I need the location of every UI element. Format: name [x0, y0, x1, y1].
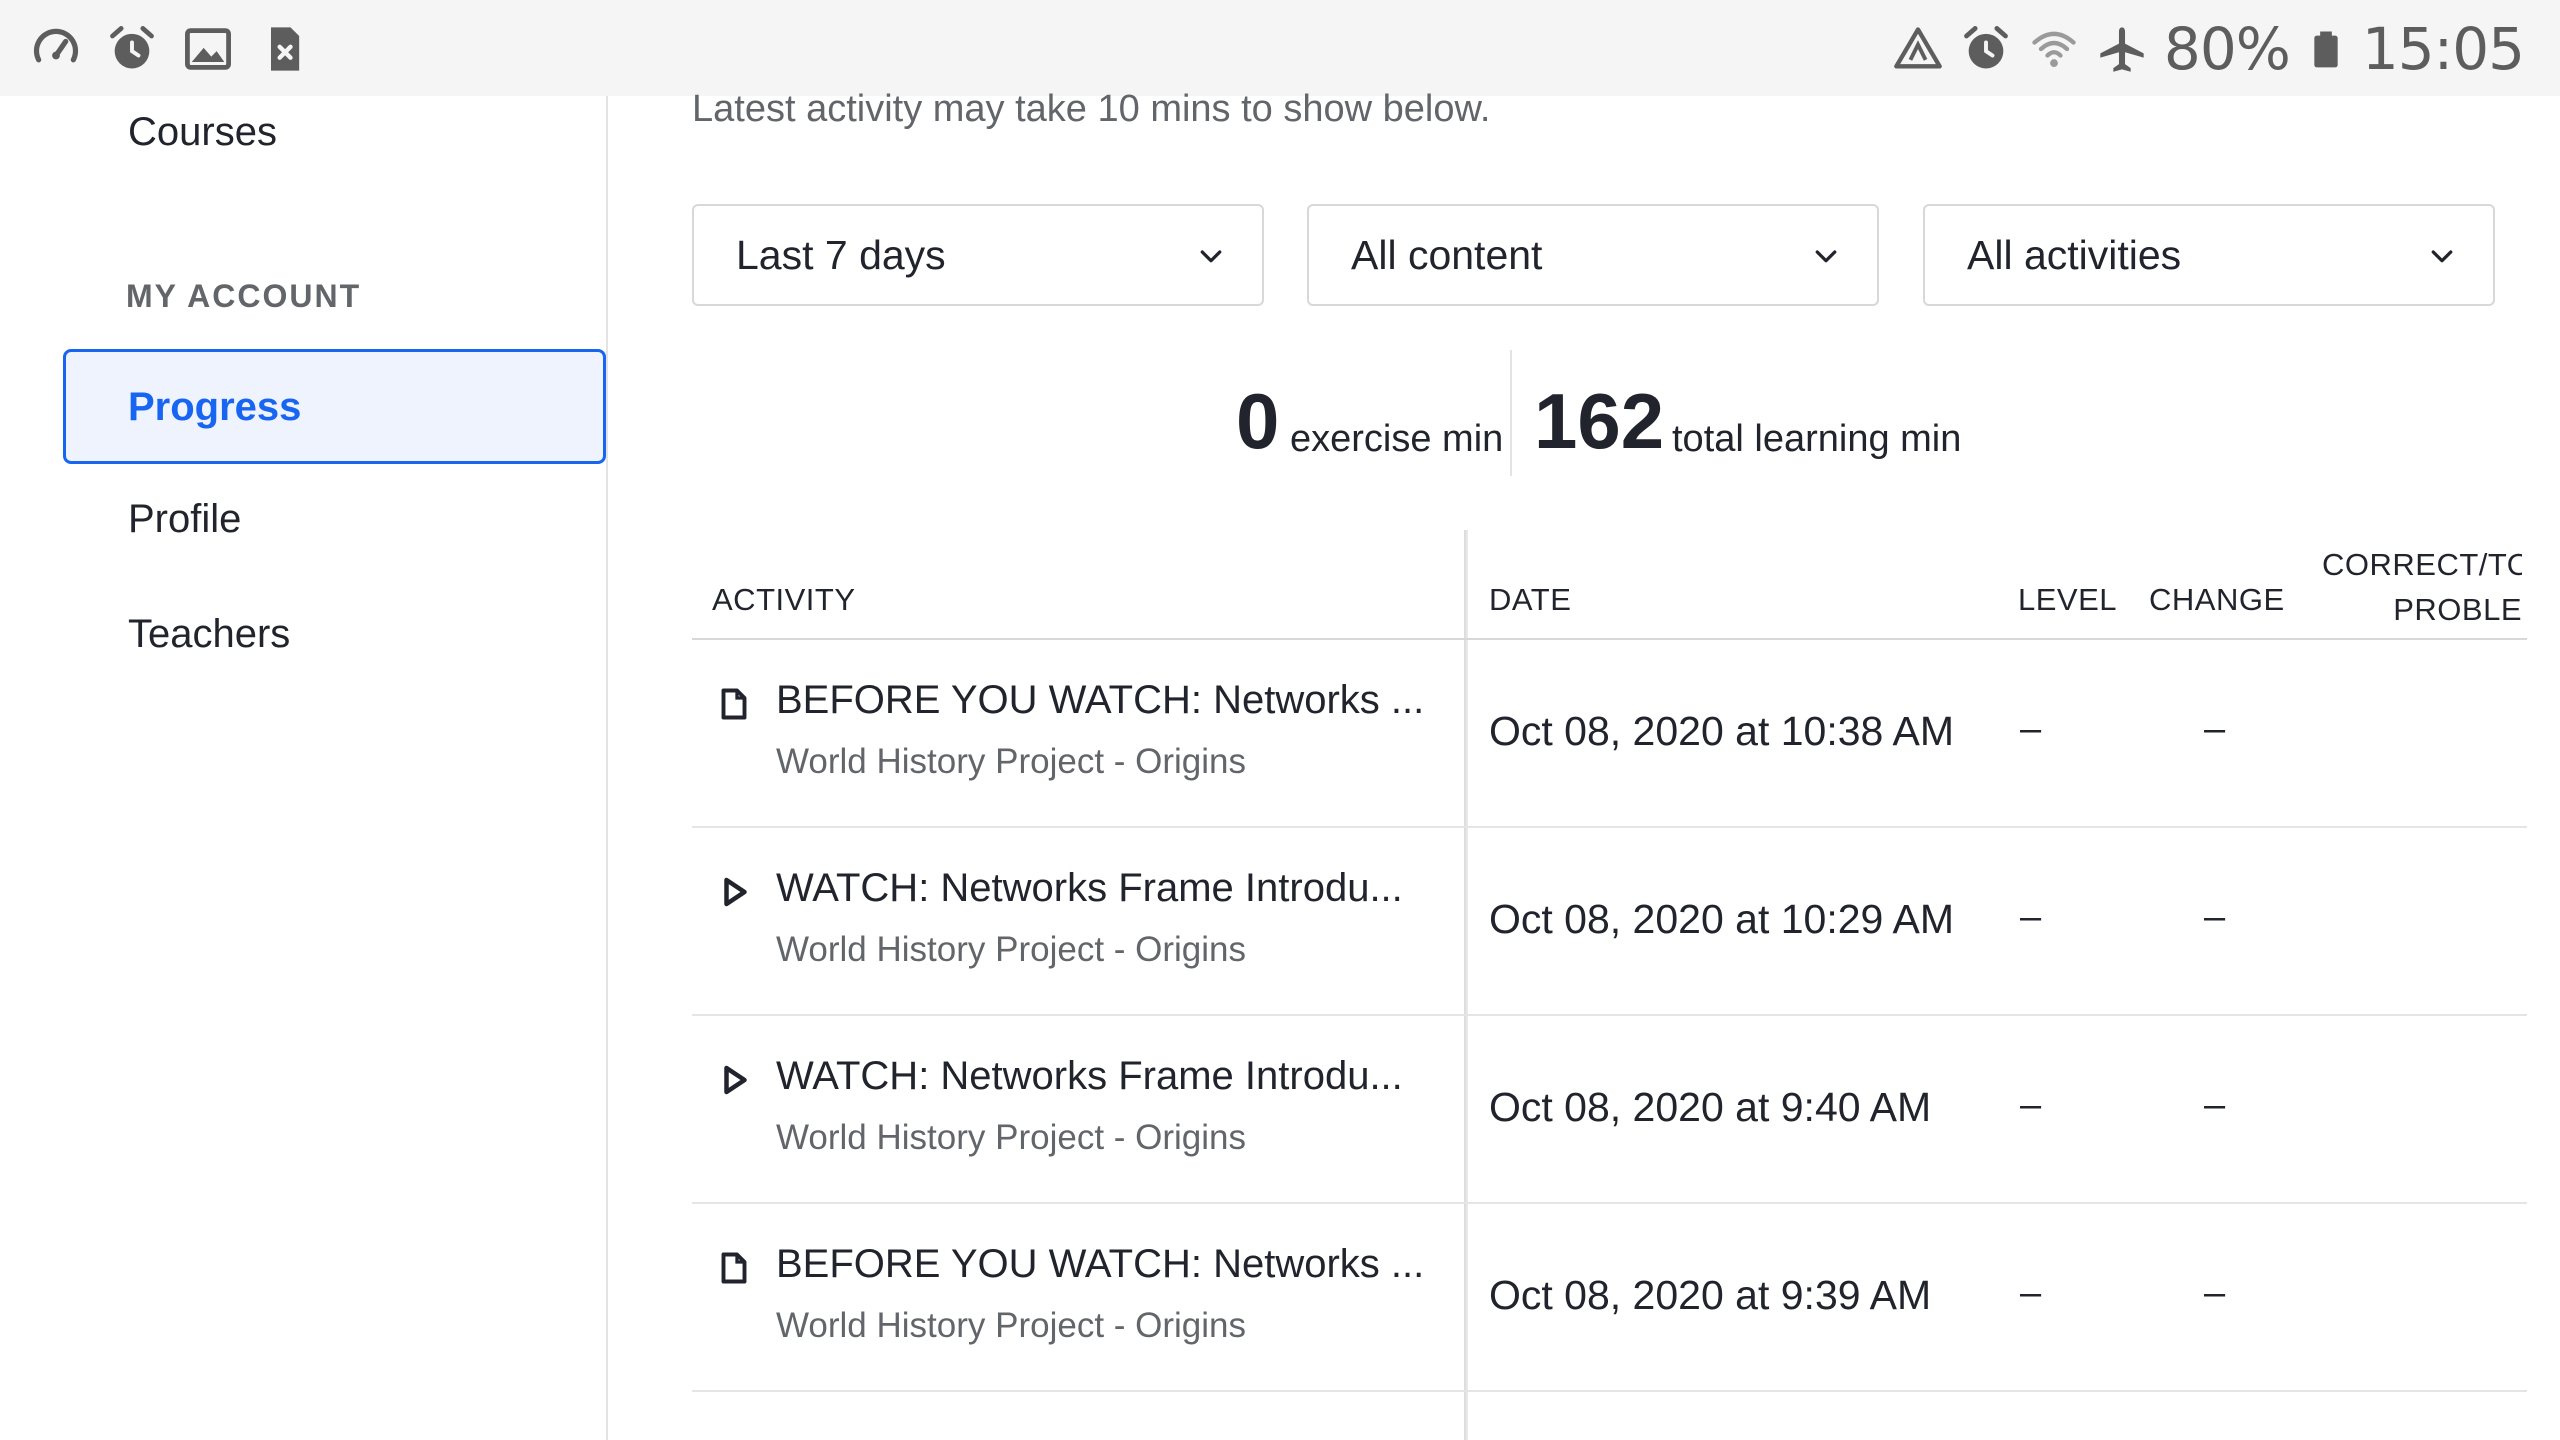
chevron-down-icon	[1200, 250, 1222, 263]
video-play-icon	[724, 877, 747, 907]
learning-minutes-value: 162	[1534, 377, 1665, 465]
activity-course: World History Project - Origins	[776, 742, 1247, 781]
header-activity: ACTIVITY	[712, 582, 856, 617]
table-row[interactable]: BEFORE YOU WATCH: Networks ... World His…	[692, 640, 2527, 828]
table-row[interactable]: WATCH: Networks Frame Introdu... World H…	[692, 1016, 2527, 1204]
latest-activity-notice: Latest activity may take 10 mins to show…	[692, 88, 1491, 130]
activity-title[interactable]: WATCH: Networks Frame Introdu...	[776, 1054, 1403, 1099]
activity-filter-dropdown[interactable]: All activities	[1923, 204, 2495, 306]
activity-title[interactable]: WATCH: Networks Frame Introdu...	[776, 866, 1403, 911]
sidebar-divider	[606, 96, 608, 1440]
activity-change: –	[2204, 896, 2226, 938]
activity-date: Oct 08, 2020 at 9:39 AM	[1489, 1272, 1932, 1318]
chevron-down-icon	[2431, 250, 2453, 263]
my-account-heading: MY ACCOUNT	[126, 278, 362, 314]
sidebar-item-profile[interactable]: Profile	[128, 497, 241, 542]
sim-error-icon	[271, 27, 300, 71]
data-saver-icon	[1894, 27, 1942, 69]
video-play-icon	[724, 1065, 747, 1095]
table-row[interactable]: WATCH: Networks Frame Introdu... World H…	[692, 828, 2527, 1016]
activity-table: ACTIVITY DATE LEVEL CHANGE CORRECT/TOT P…	[692, 530, 2527, 1440]
header-change: CHANGE	[2149, 582, 2285, 617]
status-bar: 80% 15:05	[0, 0, 2560, 96]
progress-page: 80% 15:05 Courses MY ACCOUNT Progress Pr…	[0, 0, 2560, 1440]
exercise-minutes-caption: exercise min	[1290, 418, 1504, 460]
article-icon	[721, 1252, 747, 1284]
header-date: DATE	[1489, 582, 1572, 617]
table-row[interactable]: BEFORE YOU WATCH: Networks ... World His…	[692, 1204, 2527, 1392]
sidebar-item-courses[interactable]: Courses	[128, 110, 277, 155]
activity-level: –	[2020, 1084, 2042, 1126]
activity-level: –	[2020, 1272, 2042, 1314]
header-correct-line2: PROBLE	[2393, 592, 2522, 627]
activity-date: Oct 08, 2020 at 10:29 AM	[1489, 896, 1954, 942]
dropdown-value: All activities	[1967, 232, 2182, 278]
image-icon	[185, 28, 231, 70]
wifi-icon	[2032, 31, 2076, 67]
content-filter-dropdown[interactable]: All content	[1307, 204, 1879, 306]
chevron-down-icon	[1815, 250, 1837, 263]
time-range-dropdown[interactable]: Last 7 days	[692, 204, 1264, 306]
exercise-minutes-value: 0	[1236, 377, 1280, 465]
activity-date: Oct 08, 2020 at 10:38 AM	[1489, 708, 1954, 754]
activity-title[interactable]: BEFORE YOU WATCH: Networks ...	[776, 1242, 1424, 1287]
activity-change: –	[2204, 708, 2226, 750]
activity-course: World History Project - Origins	[776, 930, 1247, 969]
activity-change: –	[2204, 1084, 2226, 1126]
activity-level: –	[2020, 708, 2042, 750]
clock: 15:05	[2361, 15, 2525, 83]
article-icon	[721, 688, 747, 720]
activity-date: Oct 08, 2020 at 9:40 AM	[1489, 1084, 1932, 1130]
sidebar-item-label: Progress	[128, 385, 302, 429]
activity-title[interactable]: BEFORE YOU WATCH: Networks ...	[776, 678, 1424, 723]
alarm-icon	[1964, 26, 2008, 69]
speedometer-icon	[33, 28, 79, 63]
battery-percent: 80%	[2163, 15, 2291, 83]
header-correct-total: CORRECT/TOT PROBLE	[2322, 542, 2522, 632]
activity-course: World History Project - Origins	[776, 1118, 1247, 1157]
header-correct-line1: CORRECT/TOT	[2322, 547, 2522, 582]
header-level: LEVEL	[2018, 582, 2118, 617]
activity-course: World History Project - Origins	[776, 1306, 1247, 1345]
activity-level: –	[2020, 896, 2042, 938]
dropdown-value: All content	[1351, 232, 1543, 278]
row-divider	[692, 1390, 2527, 1392]
dropdown-value: Last 7 days	[736, 232, 946, 278]
sidebar-item-teachers[interactable]: Teachers	[128, 612, 290, 657]
summary-divider	[1510, 350, 1512, 476]
battery-icon	[2314, 31, 2338, 68]
airplane-mode-icon	[2100, 27, 2144, 72]
alarm-icon	[110, 26, 154, 69]
activity-change: –	[2204, 1272, 2226, 1314]
learning-minutes-caption: total learning min	[1672, 418, 1962, 460]
sidebar-item-progress[interactable]: Progress	[63, 349, 606, 464]
